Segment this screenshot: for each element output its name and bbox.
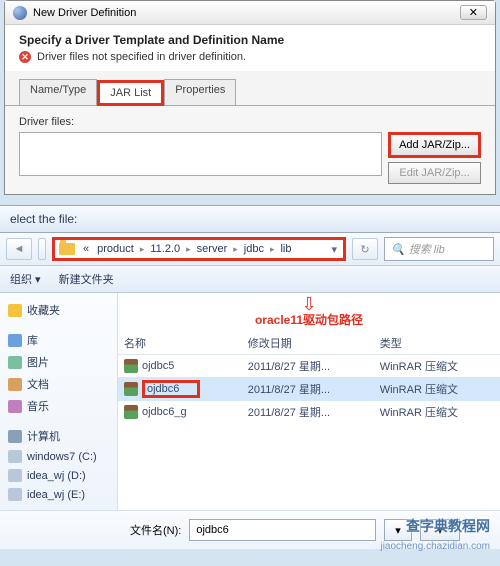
tab-name-type[interactable]: Name/Type xyxy=(19,79,97,105)
annotation: ⇩ oracle11驱动包路径 xyxy=(118,293,500,332)
dialog-header: Specify a Driver Template and Definition… xyxy=(5,25,495,71)
archive-icon xyxy=(124,405,138,419)
filename-input[interactable] xyxy=(189,519,376,541)
archive-icon xyxy=(124,359,138,373)
dialog-title: New Driver Definition xyxy=(33,7,136,19)
back-button[interactable]: ◄ xyxy=(6,238,32,260)
sidebar-computer[interactable]: 计算机 xyxy=(4,425,113,447)
sidebar-libraries[interactable]: 库 xyxy=(4,329,113,351)
refresh-button[interactable]: ↻ xyxy=(352,238,378,260)
watermark: 查字典教程网 xyxy=(406,516,490,536)
pictures-icon xyxy=(8,356,22,369)
error-text: Driver files not specified in driver def… xyxy=(37,51,246,63)
edit-jar-button: Edit JAR/Zip... xyxy=(388,162,481,184)
tab-panel: Driver files: Add JAR/Zip... Edit JAR/Zi… xyxy=(5,106,495,194)
computer-icon xyxy=(8,430,22,443)
dialog-titlebar: New Driver Definition ✕ xyxy=(5,1,495,25)
sidebar-music[interactable]: 音乐 xyxy=(4,395,113,417)
sidebar-documents[interactable]: 文档 xyxy=(4,373,113,395)
crumb-product[interactable]: product xyxy=(93,243,138,255)
watermark-url: jiaocheng.chazidian.com xyxy=(380,541,490,552)
app-icon xyxy=(13,6,27,20)
music-icon xyxy=(8,400,22,413)
driver-definition-dialog: New Driver Definition ✕ Specify a Driver… xyxy=(4,0,496,195)
sidebar: 收藏夹 库 图片 文档 音乐 计算机 windows7 (C:) idea_wj… xyxy=(0,293,118,510)
search-input[interactable]: 🔍 搜索 lib xyxy=(384,237,494,261)
annotation-text: oracle11驱动包路径 xyxy=(255,313,363,327)
close-button[interactable]: ✕ xyxy=(460,5,487,20)
explorer-body: 收藏夹 库 图片 文档 音乐 计算机 windows7 (C:) idea_wj… xyxy=(0,293,500,510)
driver-files-label: Driver files: xyxy=(19,116,481,128)
star-icon xyxy=(8,304,22,317)
breadcrumb-dropdown-icon[interactable]: ▾ xyxy=(325,243,343,256)
sidebar-drive-c[interactable]: windows7 (C:) xyxy=(4,447,113,466)
documents-icon xyxy=(8,378,22,391)
crumb-version[interactable]: 11.2.0 xyxy=(146,243,184,255)
page-heading: Specify a Driver Template and Definition… xyxy=(19,33,481,47)
file-chooser-title: elect the file: xyxy=(0,205,500,233)
search-placeholder: 搜索 lib xyxy=(409,241,445,257)
file-chooser-dialog: elect the file: ◄ « product▸ 11.2.0▸ ser… xyxy=(0,205,500,549)
crumb-lib[interactable]: lib xyxy=(276,243,295,255)
crumb-pre[interactable]: « xyxy=(79,243,93,255)
toolbar: 组织 ▾ 新建文件夹 xyxy=(0,266,500,293)
tabs: Name/Type JAR List Properties xyxy=(5,71,495,106)
forward-button[interactable] xyxy=(38,238,46,260)
error-row: ✕ Driver files not specified in driver d… xyxy=(19,51,481,63)
arrow-down-icon: ⇩ xyxy=(122,297,496,311)
filename-label: 文件名(N): xyxy=(130,522,181,538)
col-type: 类型 xyxy=(374,332,500,355)
file-row[interactable]: ojdbc6_g 2011/8/27 星期...WinRAR 压缩文 xyxy=(118,401,500,423)
nav-row: ◄ « product▸ 11.2.0▸ server▸ jdbc▸ lib ▾… xyxy=(0,233,500,266)
error-icon: ✕ xyxy=(19,51,31,63)
tab-jar-list[interactable]: JAR List xyxy=(97,80,164,106)
drive-icon xyxy=(8,469,22,482)
drive-icon xyxy=(8,450,22,463)
search-icon: 🔍 xyxy=(391,243,405,256)
breadcrumb[interactable]: « product▸ 11.2.0▸ server▸ jdbc▸ lib ▾ xyxy=(52,237,346,261)
col-date: 修改日期 xyxy=(242,332,374,355)
sidebar-pictures[interactable]: 图片 xyxy=(4,351,113,373)
drive-icon xyxy=(8,488,22,501)
archive-icon xyxy=(124,382,138,396)
add-jar-button[interactable]: Add JAR/Zip... xyxy=(388,132,481,158)
sidebar-favorites[interactable]: 收藏夹 xyxy=(4,299,113,321)
folder-icon xyxy=(59,243,75,255)
crumb-jdbc[interactable]: jdbc xyxy=(240,243,268,255)
organize-menu[interactable]: 组织 ▾ xyxy=(10,271,41,287)
file-pane: ⇩ oracle11驱动包路径 名称 修改日期 类型 ojdbc5 2011/8… xyxy=(118,293,500,510)
crumb-server[interactable]: server xyxy=(193,243,232,255)
sidebar-drive-e[interactable]: idea_wj (E:) xyxy=(4,485,113,504)
library-icon xyxy=(8,334,22,347)
col-name: 名称 xyxy=(118,332,242,355)
driver-files-list[interactable] xyxy=(19,132,382,176)
file-row-selected[interactable]: ojdbc6 2011/8/27 星期...WinRAR 压缩文 xyxy=(118,377,500,401)
tab-properties[interactable]: Properties xyxy=(164,79,236,105)
sidebar-drive-d[interactable]: idea_wj (D:) xyxy=(4,466,113,485)
table-header[interactable]: 名称 修改日期 类型 xyxy=(118,332,500,355)
file-row[interactable]: ojdbc5 2011/8/27 星期...WinRAR 压缩文 xyxy=(118,355,500,378)
file-table: 名称 修改日期 类型 ojdbc5 2011/8/27 星期...WinRAR … xyxy=(118,332,500,423)
new-folder-button[interactable]: 新建文件夹 xyxy=(59,271,114,287)
